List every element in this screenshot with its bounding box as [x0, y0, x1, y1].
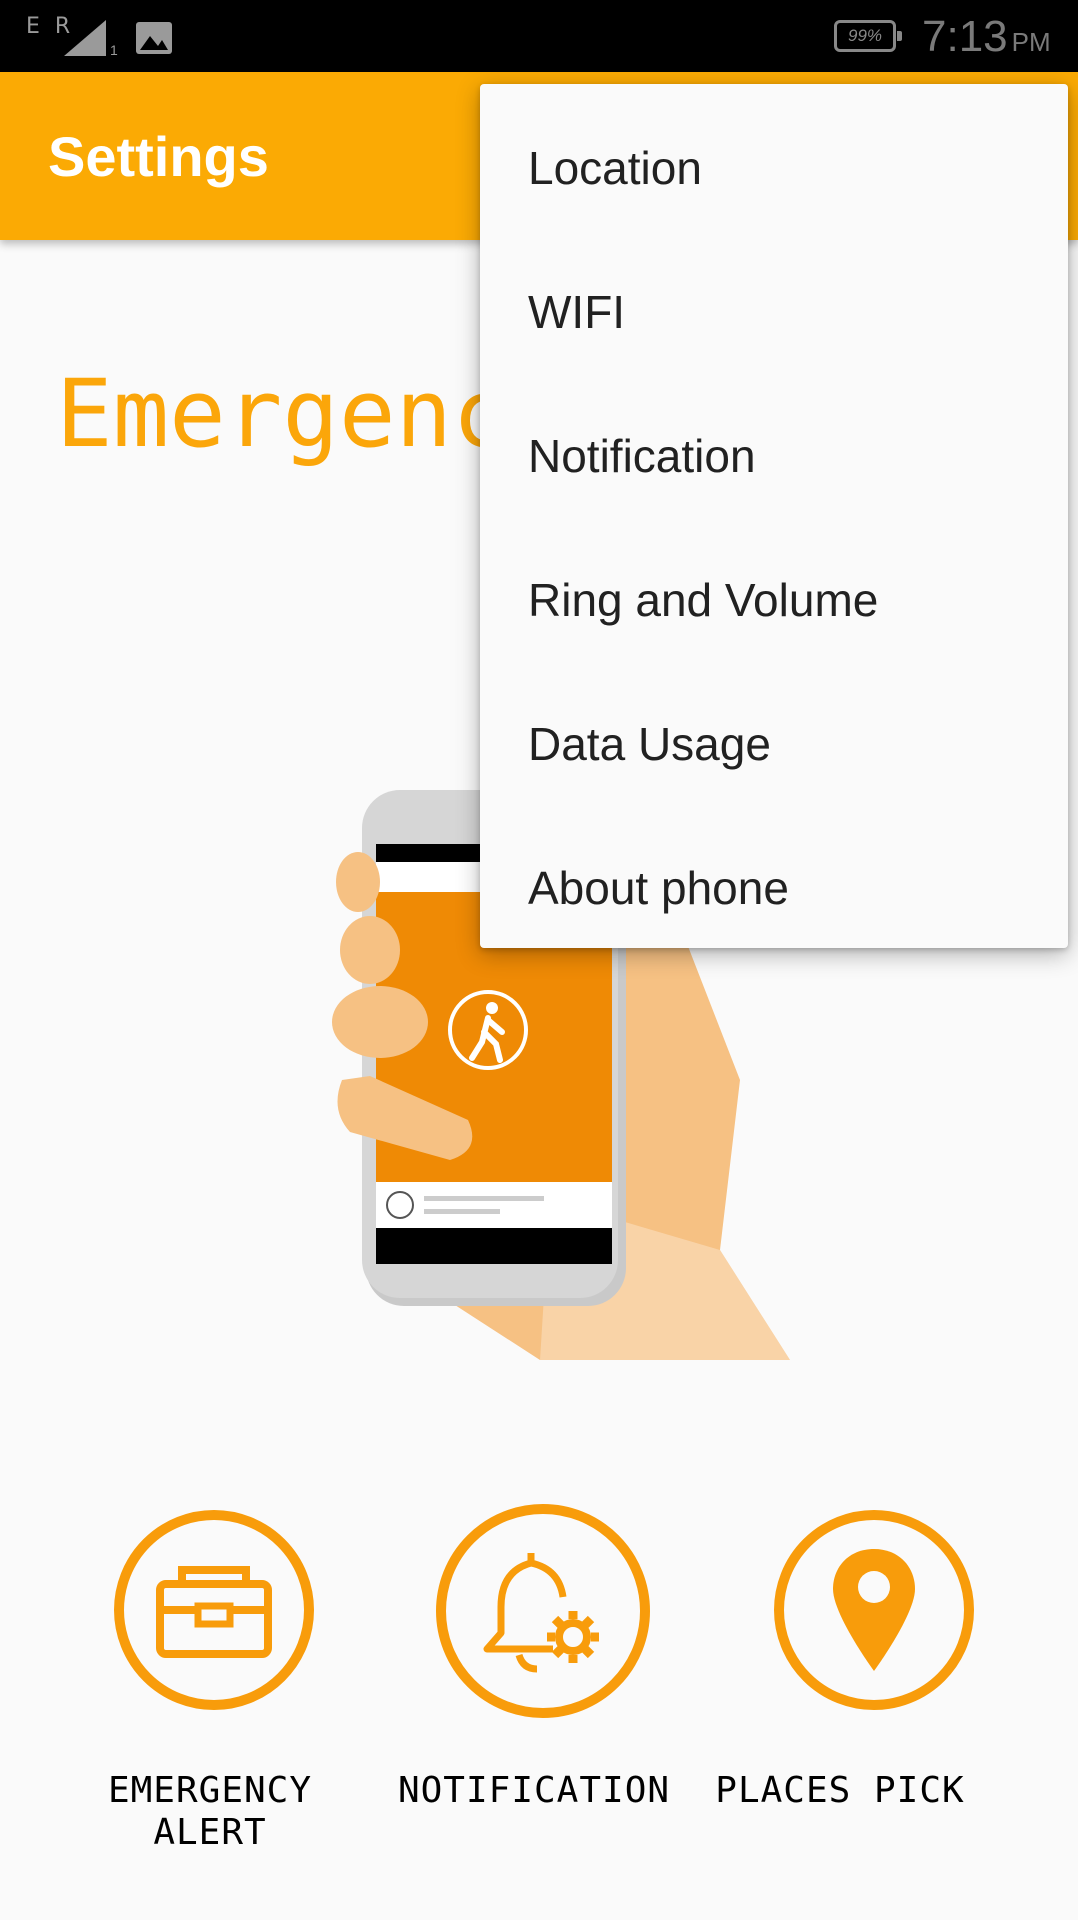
- gallery-image-icon: [136, 22, 172, 54]
- menu-item-wifi[interactable]: WIFI: [480, 240, 1068, 384]
- notification-circle[interactable]: [436, 1504, 650, 1718]
- places-pick-button[interactable]: PLACES PICK: [684, 1510, 1004, 1850]
- menu-item-data-usage[interactable]: Data Usage: [480, 672, 1068, 816]
- signal-icon: [64, 20, 106, 56]
- battery-icon: 99%: [834, 20, 902, 52]
- page-title: Settings: [48, 125, 269, 188]
- emergency-alert-label-line2: ALERT: [153, 1812, 267, 1853]
- status-left-group: E R 1: [26, 14, 186, 58]
- emergency-alert-circle[interactable]: [114, 1510, 314, 1710]
- notification-label: NOTIFICATION: [374, 1770, 694, 1812]
- location-pin-icon: [833, 1549, 915, 1671]
- clock: 7:13 PM: [922, 12, 1051, 62]
- overflow-menu: Location WIFI Notification Ring and Volu…: [480, 84, 1068, 948]
- places-pick-label-line1: PLACES PICK: [715, 1770, 965, 1811]
- clock-time: 7:13: [922, 12, 1008, 61]
- emergency-alert-button[interactable]: EMERGENCY ALERT: [50, 1510, 370, 1853]
- emergency-headline: Emergenc: [56, 360, 509, 469]
- notification-label-line1: NOTIFICATION: [397, 1770, 671, 1811]
- notification-button[interactable]: NOTIFICATION: [380, 1504, 700, 1850]
- emergency-alert-label: EMERGENCY ALERT: [50, 1770, 370, 1854]
- menu-item-about-phone[interactable]: About phone: [480, 816, 1068, 960]
- clock-ampm: PM: [1011, 27, 1051, 57]
- emergency-alert-label-line1: EMERGENCY: [107, 1770, 313, 1811]
- status-bar: E R 1 99% 7:13 PM: [0, 0, 1078, 72]
- menu-item-ring-and-volume[interactable]: Ring and Volume: [480, 528, 1068, 672]
- toolbox-icon: [156, 1566, 272, 1658]
- bell-gear-icon: [483, 1553, 599, 1673]
- battery-level: 99%: [847, 26, 883, 45]
- menu-item-notification[interactable]: Notification: [480, 384, 1068, 528]
- places-pick-label: PLACES PICK: [680, 1770, 1000, 1812]
- menu-item-location[interactable]: Location: [480, 96, 1068, 240]
- places-pick-circle[interactable]: [774, 1510, 974, 1710]
- sim-slot-label: 1: [110, 42, 118, 58]
